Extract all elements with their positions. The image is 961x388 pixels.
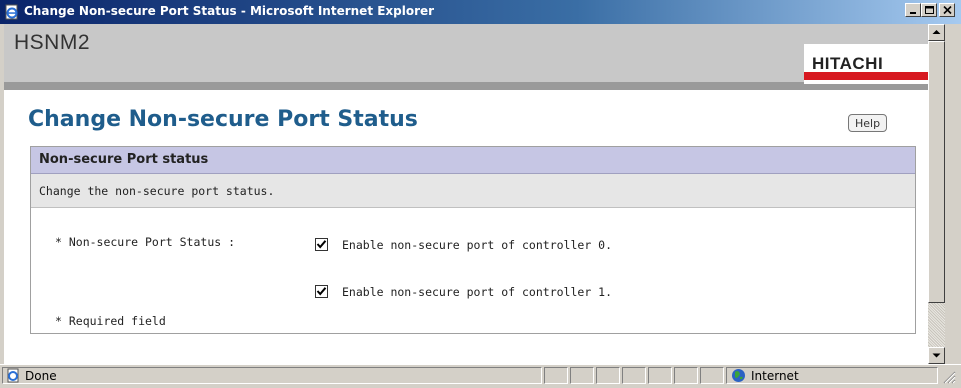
page-done-icon: [6, 368, 22, 387]
scroll-thumb[interactable]: [928, 41, 945, 303]
status-text: Done: [25, 369, 57, 383]
resize-grip-icon[interactable]: [940, 368, 956, 384]
window-title: Change Non-secure Port Status - Microsof…: [24, 4, 435, 18]
panel-description: Change the non-secure port status.: [31, 174, 915, 208]
close-icon: [943, 6, 952, 15]
window-frame-right: [945, 24, 961, 385]
scroll-track[interactable]: [928, 303, 945, 347]
maximize-icon: [925, 6, 934, 14]
description-text: Change the non-secure port status.: [39, 184, 275, 198]
ie-page-icon: [4, 4, 20, 20]
status-pane-2: [544, 367, 568, 384]
arrow-up-icon: [932, 30, 941, 34]
close-button[interactable]: [939, 3, 955, 17]
window-titlebar[interactable]: Change Non-secure Port Status - Microsof…: [0, 0, 961, 24]
checkmark-icon: [316, 287, 327, 296]
page-title: Change Non-secure Port Status: [28, 107, 418, 132]
scroll-down-button[interactable]: [928, 347, 945, 364]
status-pane-6: [648, 367, 672, 384]
scroll-up-button[interactable]: [928, 24, 945, 41]
logo-text: HITACHI: [812, 54, 884, 73]
checkmark-icon: [316, 240, 327, 249]
security-zone-pane: Internet: [726, 367, 938, 384]
status-bar: Done Internet: [0, 364, 961, 385]
status-pane-4: [596, 367, 620, 384]
required-field-note: * Required field: [55, 314, 166, 328]
controller-0-label: Enable non-secure port of controller 0.: [342, 238, 613, 252]
minimize-button[interactable]: [905, 3, 921, 17]
app-name: HSNM2: [14, 31, 91, 54]
controller-1-label: Enable non-secure port of controller 1.: [342, 285, 613, 299]
help-button[interactable]: Help: [848, 114, 888, 132]
browser-content: HSNM2 HITACHI Change Non-secure Port Sta…: [4, 24, 928, 364]
logo-accent-bar: [804, 72, 928, 80]
panel-header: Non-secure Port status: [31, 147, 915, 174]
hitachi-logo: HITACHI: [804, 44, 928, 84]
port-status-panel: Non-secure Port status Change the non-se…: [30, 146, 916, 334]
status-pane-8: [700, 367, 724, 384]
maximize-button[interactable]: [921, 3, 937, 17]
minimize-icon: [910, 12, 916, 14]
globe-icon: [731, 368, 746, 387]
status-pane-3: [570, 367, 594, 384]
status-pane-5: [622, 367, 646, 384]
header-stripe: [4, 82, 928, 90]
field-label: * Non-secure Port Status :: [55, 235, 236, 249]
panel-heading: Non-secure Port status: [39, 152, 209, 167]
zone-label: Internet: [751, 369, 799, 383]
controller-0-checkbox[interactable]: [315, 238, 328, 251]
app-header: HSNM2 HITACHI: [4, 24, 928, 90]
status-main-pane: Done: [2, 367, 542, 384]
vertical-scrollbar[interactable]: [928, 24, 945, 364]
status-pane-7: [674, 367, 698, 384]
arrow-down-icon: [932, 353, 941, 358]
controller-1-checkbox[interactable]: [315, 285, 328, 298]
